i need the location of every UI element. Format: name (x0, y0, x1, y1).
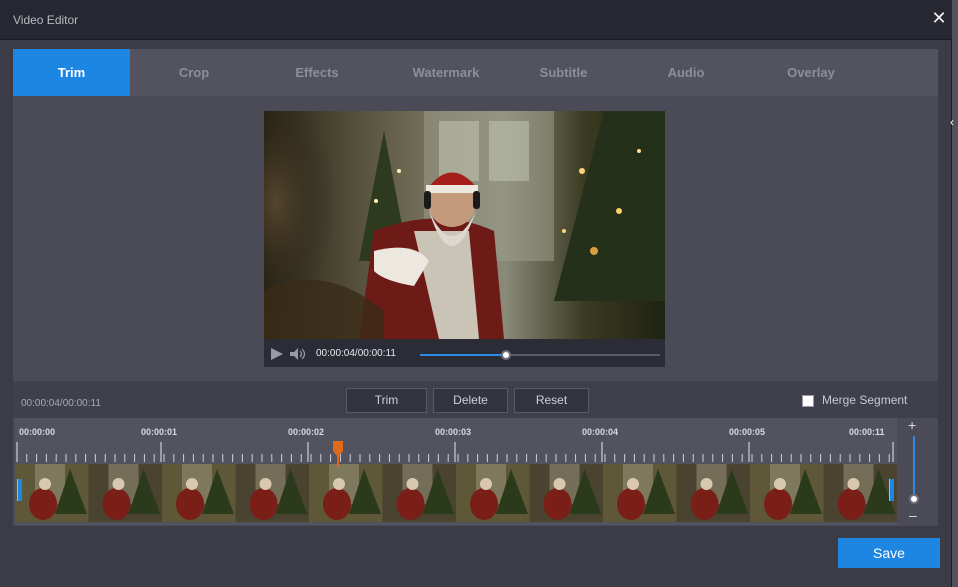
tab-trim[interactable]: Trim (13, 49, 130, 96)
merge-segment-checkbox[interactable] (802, 395, 814, 407)
tab-overlay[interactable]: Overlay (761, 49, 861, 96)
zoom-out-icon[interactable]: – (909, 507, 917, 523)
zoom-slider-knob[interactable] (909, 494, 919, 504)
save-button[interactable]: Save (838, 538, 940, 568)
background-window-edge (952, 0, 958, 587)
tab-effects[interactable]: Effects (258, 49, 376, 96)
title-bar: Video Editor ✕ (0, 0, 952, 40)
video-frame-image (264, 111, 665, 339)
tick-label: 00:00:04 (582, 427, 619, 437)
tick-label: 00:00:01 (141, 427, 178, 437)
video-preview (264, 111, 665, 339)
tab-crop[interactable]: Crop (130, 49, 258, 96)
trim-start-handle[interactable] (17, 479, 22, 501)
close-icon[interactable]: ✕ (928, 8, 950, 30)
zoom-slider[interactable] (913, 436, 915, 500)
tab-audio[interactable]: Audio (611, 49, 761, 96)
filmstrip (15, 464, 897, 522)
tick-label: 00:00:05 (729, 427, 766, 437)
tab-bar: Trim Crop Effects Watermark Subtitle Aud… (13, 49, 938, 96)
reset-button[interactable]: Reset (514, 388, 589, 413)
player-controls: 00:00:04/00:00:11 (264, 339, 665, 367)
playback-slider-knob[interactable] (501, 350, 512, 360)
tab-watermark[interactable]: Watermark (376, 49, 516, 96)
video-editor-window: Video Editor ✕ Trim Crop Effects Waterma… (0, 0, 952, 587)
playback-slider[interactable] (420, 350, 660, 360)
tick-label: 00:00:03 (435, 427, 472, 437)
timeline-ruler (16, 442, 894, 462)
trim-end-handle[interactable] (889, 479, 894, 501)
playback-time: 00:00:04/00:00:11 (316, 348, 396, 359)
chevron-left-icon: ‹ (950, 115, 954, 129)
playback-progress-fill (420, 354, 507, 356)
tick-label: 00:00:02 (288, 427, 325, 437)
zoom-in-icon[interactable]: + (908, 417, 916, 433)
volume-icon[interactable] (290, 347, 308, 365)
play-icon[interactable] (270, 347, 284, 365)
delete-button[interactable]: Delete (433, 388, 508, 413)
merge-segment-label: Merge Segment (822, 393, 908, 407)
tick-label: 00:00:11 (849, 427, 885, 437)
current-time-readout: 00:00:04/00:00:11 (21, 398, 101, 409)
tick-label: 00:00:00 (19, 427, 56, 437)
tab-subtitle[interactable]: Subtitle (516, 49, 611, 96)
playhead-marker[interactable] (333, 441, 343, 472)
trim-button[interactable]: Trim (346, 388, 427, 413)
window-title: Video Editor (13, 13, 79, 27)
filmstrip-thumbnails (15, 464, 897, 522)
